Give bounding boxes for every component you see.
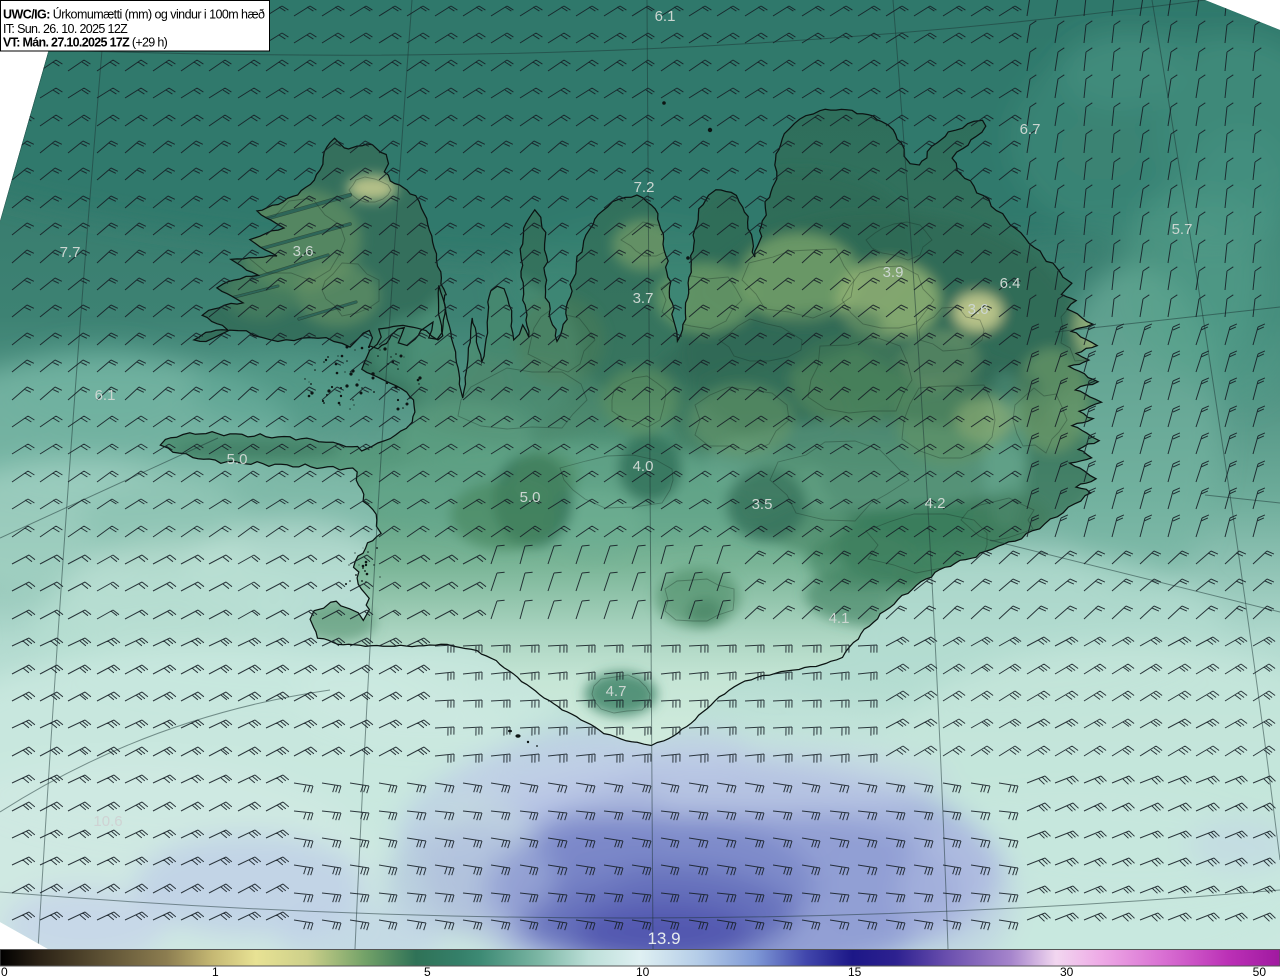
svg-text:6.4: 6.4 xyxy=(1000,275,1021,292)
svg-text:3.7: 3.7 xyxy=(633,290,654,307)
svg-text:7.2: 7.2 xyxy=(634,179,655,196)
svg-text:6.7: 6.7 xyxy=(1020,121,1041,138)
svg-text:3.6: 3.6 xyxy=(968,301,989,318)
svg-text:50: 50 xyxy=(1253,965,1267,978)
svg-text:15: 15 xyxy=(848,965,862,978)
svg-text:UWC/IG: Úrkomumætti (mm) og vi: UWC/IG: Úrkomumætti (mm) og vindur i 100… xyxy=(3,7,265,22)
svg-text:6.1: 6.1 xyxy=(95,387,116,404)
svg-text:5.7: 5.7 xyxy=(1172,221,1193,238)
svg-text:4.1: 4.1 xyxy=(829,610,850,627)
svg-text:3.6: 3.6 xyxy=(293,243,314,260)
svg-text:0: 0 xyxy=(1,965,8,978)
svg-text:VT: Mán. 27.10.2025 17Z (+29 h: VT: Mán. 27.10.2025 17Z (+29 h) xyxy=(3,36,168,50)
svg-text:5.0: 5.0 xyxy=(227,451,248,468)
svg-text:1: 1 xyxy=(212,965,219,978)
svg-text:13.9: 13.9 xyxy=(647,929,680,948)
svg-text:6.1: 6.1 xyxy=(655,8,676,25)
svg-text:IT: Sun. 26. 10. 2025 12Z: IT: Sun. 26. 10. 2025 12Z xyxy=(3,22,128,36)
svg-text:4.7: 4.7 xyxy=(606,683,627,700)
svg-text:4.0: 4.0 xyxy=(633,458,654,475)
svg-text:7.7: 7.7 xyxy=(60,244,81,261)
svg-text:5.0: 5.0 xyxy=(520,489,541,506)
svg-text:3.9: 3.9 xyxy=(883,264,904,281)
svg-text:10: 10 xyxy=(636,965,650,978)
svg-text:10.6: 10.6 xyxy=(93,813,122,830)
svg-text:30: 30 xyxy=(1060,965,1074,978)
svg-text:3.5: 3.5 xyxy=(752,496,773,513)
svg-text:4.2: 4.2 xyxy=(925,495,946,512)
svg-text:5: 5 xyxy=(424,965,431,978)
